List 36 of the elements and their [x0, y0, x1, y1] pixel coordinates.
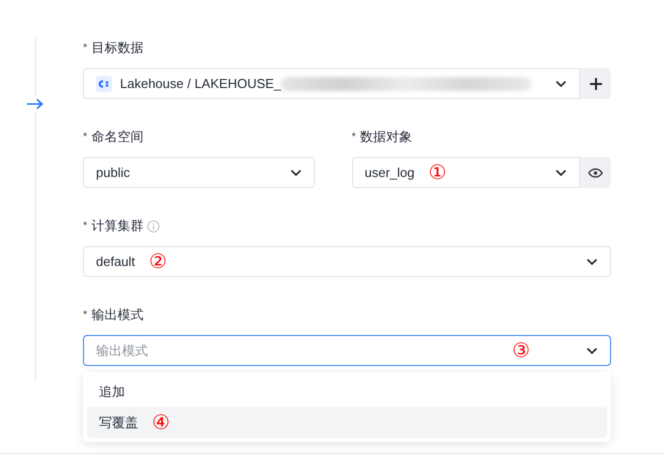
- field-label: 命名空间: [91, 128, 144, 146]
- required-mark: *: [83, 42, 88, 54]
- add-button[interactable]: [580, 68, 611, 99]
- select-field[interactable]: Lakehouse / LAKEHOUSE_: [83, 68, 580, 99]
- preview-button[interactable]: [580, 157, 611, 188]
- chevron-down-icon: [555, 80, 567, 88]
- required-mark: *: [83, 131, 88, 143]
- annotation-number: ④: [152, 412, 170, 432]
- chevron-down-icon: [290, 168, 302, 176]
- select-placeholder: 输出模式: [96, 342, 148, 360]
- annotation-number: ②: [149, 252, 167, 272]
- database-icon: [96, 76, 112, 92]
- field-label: 数据对象: [360, 128, 412, 146]
- select-value: default: [96, 254, 136, 269]
- eye-icon: [588, 168, 603, 178]
- field-label: 目标数据: [91, 39, 144, 57]
- select-field[interactable]: 输出模式 ③: [83, 335, 611, 366]
- annotation-number: ①: [428, 162, 446, 182]
- select-value: public: [96, 165, 130, 180]
- dropdown-option[interactable]: 写覆盖 ④: [87, 407, 607, 438]
- dropdown-option[interactable]: 追加: [87, 376, 607, 407]
- select-field[interactable]: user_log ①: [352, 157, 580, 188]
- chevron-down-icon: [555, 168, 567, 176]
- field-label: 计算集群: [91, 217, 144, 235]
- plus-icon: [588, 76, 602, 90]
- select-field[interactable]: default ②: [83, 246, 611, 277]
- required-mark: *: [352, 131, 356, 143]
- chevron-down-icon: [586, 346, 598, 354]
- annotation-number: ③: [512, 340, 530, 360]
- required-mark: *: [83, 220, 88, 232]
- select-field[interactable]: public: [83, 157, 315, 188]
- field-label: 输出模式: [91, 306, 144, 324]
- required-mark: *: [83, 309, 88, 321]
- select-value: user_log: [364, 165, 414, 180]
- chevron-down-icon: [586, 258, 598, 266]
- select-value: Lakehouse / LAKEHOUSE_: [120, 76, 282, 91]
